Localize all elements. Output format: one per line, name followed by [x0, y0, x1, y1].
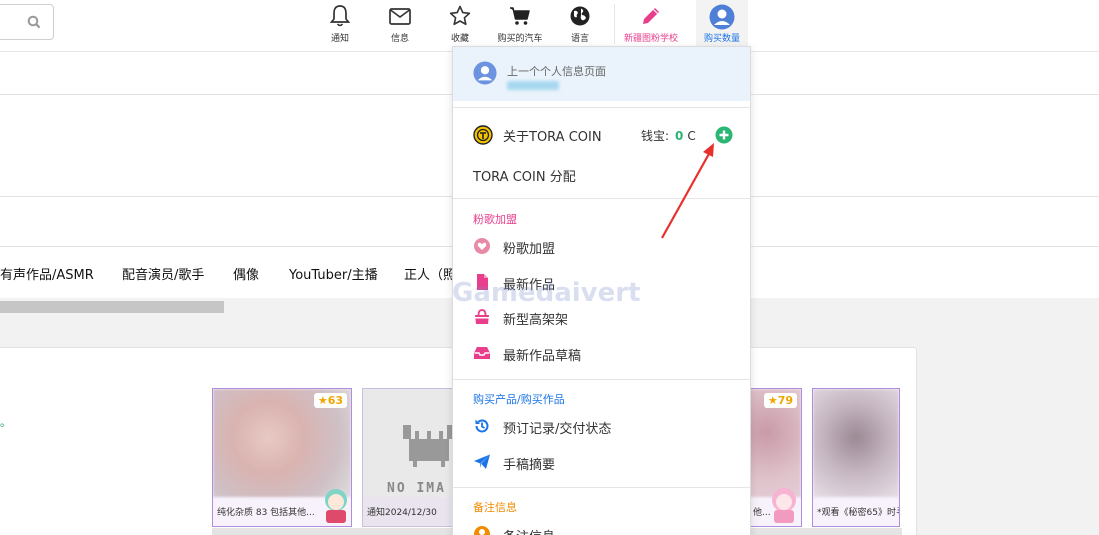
annotation-arrow: [661, 143, 714, 239]
page: 通知 信息 收藏 购买的汽车 语言 新疆图粉学校 购买数量 有声作品/ASMR …: [0, 0, 1099, 535]
